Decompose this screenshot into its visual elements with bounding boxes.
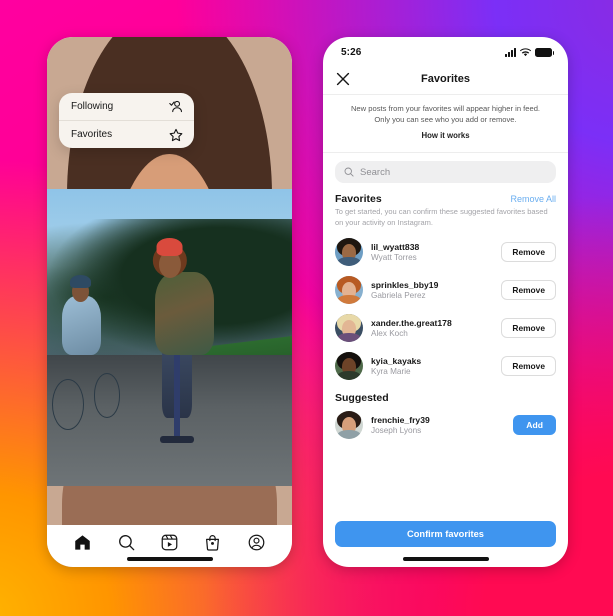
suggested-section-header: Suggested (323, 385, 568, 406)
banner-line-1: New posts from your favorites will appea… (350, 104, 541, 113)
profile-icon[interactable] (248, 534, 265, 551)
dropdown-item-label: Following (71, 101, 114, 112)
status-time: 5:26 (341, 46, 362, 58)
avatar (335, 351, 363, 380)
battery-full-icon (535, 47, 554, 57)
section-title: Favorites (335, 193, 382, 205)
search-icon[interactable] (118, 534, 135, 551)
remove-button[interactable]: Remove (501, 355, 556, 376)
home-icon[interactable] (74, 534, 91, 551)
avatar (335, 313, 363, 342)
search-input[interactable]: Search (360, 167, 390, 178)
phone-left-instagram-feed: 5:26 Instagram (47, 37, 292, 567)
dropdown-item-following[interactable]: Following (59, 93, 194, 120)
avatar (335, 237, 363, 266)
confirm-favorites-button[interactable]: Confirm favorites (335, 521, 556, 547)
list-item[interactable]: xander.the.great178 Alex Koch Remove (323, 309, 568, 347)
status-bar-right: 5:26 (323, 37, 568, 63)
close-x-icon[interactable] (336, 72, 350, 86)
avatar (335, 410, 363, 439)
remove-button[interactable]: Remove (501, 279, 556, 300)
favorites-section-header: Favorites Remove All (323, 183, 568, 207)
remove-button[interactable]: Remove (501, 241, 556, 262)
home-indicator (402, 557, 489, 561)
fullname: Kyra Marie (371, 366, 411, 376)
fullname: Gabriela Perez (371, 290, 426, 300)
reels-icon[interactable] (161, 534, 178, 551)
username: xander.the.great178 (371, 318, 452, 328)
suggested-list: frenchie_fry39 Joseph Lyons Add (323, 406, 568, 444)
search-icon (344, 167, 354, 177)
section-title: Suggested (335, 391, 389, 404)
star-icon (169, 128, 183, 141)
wifi-icon (520, 47, 531, 56)
fullname: Alex Koch (371, 328, 408, 338)
remove-button[interactable]: Remove (501, 317, 556, 338)
username: frenchie_fry39 (371, 415, 430, 425)
status-icons (505, 47, 554, 57)
add-button[interactable]: Add (513, 414, 556, 435)
list-item-text: frenchie_fry39 Joseph Lyons (371, 415, 505, 435)
info-banner: New posts from your favorites will appea… (323, 95, 568, 153)
favorites-list: lil_wyatt838 Wyatt Torres Remove sprinkl… (323, 233, 568, 385)
favorites-section-note: To get started, you can confirm these su… (335, 207, 548, 227)
page-title: Favorites (421, 72, 470, 85)
search-bar[interactable]: Search (335, 161, 556, 183)
home-indicator (126, 557, 213, 561)
feed-filter-dropdown: Following Favorites (59, 93, 194, 148)
how-it-works-link[interactable]: How it works (421, 131, 469, 140)
post-avatar[interactable] (47, 37, 292, 567)
post-image[interactable] (47, 189, 292, 486)
list-item-text: sprinkles_bby19 Gabriela Perez (371, 280, 493, 300)
remove-all-button[interactable]: Remove All (510, 194, 556, 204)
dropdown-item-label: Favorites (71, 129, 113, 140)
list-item-text: lil_wyatt838 Wyatt Torres (371, 242, 493, 262)
banner-line-2: Only you can see who you add or remove. (374, 115, 517, 124)
shop-bag-icon[interactable] (204, 534, 221, 551)
post-header: jaded_elephant17 ••• (47, 37, 292, 567)
username: kyia_kayaks (371, 356, 422, 366)
bottom-navigation (47, 525, 292, 567)
dropdown-item-favorites[interactable]: Favorites (59, 121, 194, 148)
username: sprinkles_bby19 (371, 280, 439, 290)
list-item-text: kyia_kayaks Kyra Marie (371, 356, 493, 376)
following-person-icon (169, 100, 182, 113)
post-image-art (47, 189, 292, 486)
list-item[interactable]: kyia_kayaks Kyra Marie Remove (323, 347, 568, 385)
cellular-bars-icon (505, 47, 516, 57)
screenshot-canvas: 5:26 Instagram (0, 0, 613, 616)
phone-right-favorites-screen: 5:26 Favorites New posts from your favor… (323, 37, 568, 567)
list-item-text: xander.the.great178 Alex Koch (371, 318, 493, 338)
favorites-header: Favorites (323, 63, 568, 95)
fullname: Wyatt Torres (371, 252, 417, 262)
username: lil_wyatt838 (371, 242, 420, 252)
list-item[interactable]: frenchie_fry39 Joseph Lyons Add (323, 406, 568, 444)
fullname: Joseph Lyons (371, 425, 422, 435)
avatar (335, 275, 363, 304)
list-item[interactable]: lil_wyatt838 Wyatt Torres Remove (323, 233, 568, 271)
list-item[interactable]: sprinkles_bby19 Gabriela Perez Remove (323, 271, 568, 309)
